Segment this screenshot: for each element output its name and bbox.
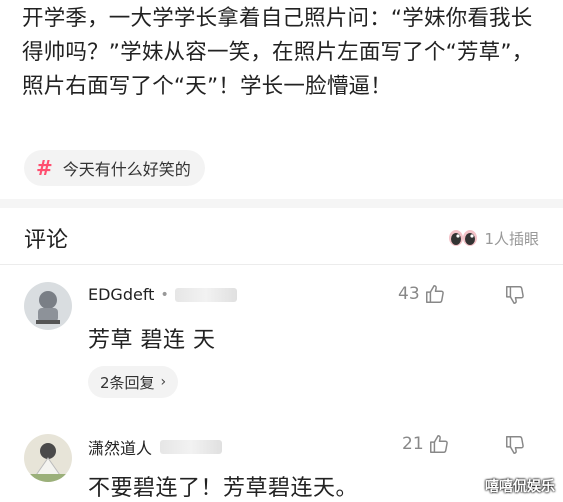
eyes-icon — [449, 230, 478, 246]
topic-label: 今天有什么好笑的 — [62, 160, 191, 179]
comments-header: 评论 1人插眼 — [24, 222, 539, 254]
watch-count: 1人插眼 — [484, 229, 539, 248]
watermark: 嘻嘻侃娱乐 — [485, 479, 555, 495]
divider — [0, 264, 563, 265]
replies-label: 2条回复 — [100, 373, 155, 392]
thumbs-down-icon — [506, 436, 524, 454]
thumbs-up-icon — [425, 285, 444, 303]
topic-chip[interactable]: # 今天有什么好笑的 — [24, 150, 205, 186]
dislike-button[interactable] — [504, 434, 526, 460]
like-count: 43 — [398, 284, 420, 304]
post-text: 开学季，一大学学长拿着自己照片问：“学妹你看我长得帅吗？”学妹从容一笑，在照片左… — [22, 6, 534, 99]
like-button[interactable]: 43 — [398, 283, 446, 305]
like-button[interactable]: 21 — [402, 433, 450, 455]
blurred-timestamp — [174, 287, 237, 302]
watch-button[interactable]: 1人插眼 — [448, 228, 539, 249]
thumbs-up-icon — [429, 435, 448, 453]
comments-title: 评论 — [24, 228, 69, 253]
avatar-image — [24, 434, 72, 482]
comment-text: 不要碧连了！芳草碧连天。 — [88, 476, 359, 501]
like-count: 21 — [402, 434, 424, 454]
chevron-right-icon: › — [160, 374, 167, 390]
hashtag-icon: # — [36, 156, 53, 180]
avatar[interactable] — [24, 434, 72, 482]
blurred-timestamp — [160, 440, 223, 454]
comment-username[interactable]: 潇然道人 — [88, 435, 223, 459]
dislike-button[interactable] — [504, 284, 526, 310]
section-divider — [0, 199, 563, 208]
avatar[interactable] — [24, 282, 72, 330]
avatar-image — [24, 282, 72, 330]
comment-text: 芳草 碧连 天 — [88, 328, 216, 353]
thumbs-down-icon — [506, 286, 524, 304]
comment-username[interactable]: EDGdeft • — [88, 285, 237, 304]
view-replies-button[interactable]: 2条回复 › — [88, 366, 179, 398]
